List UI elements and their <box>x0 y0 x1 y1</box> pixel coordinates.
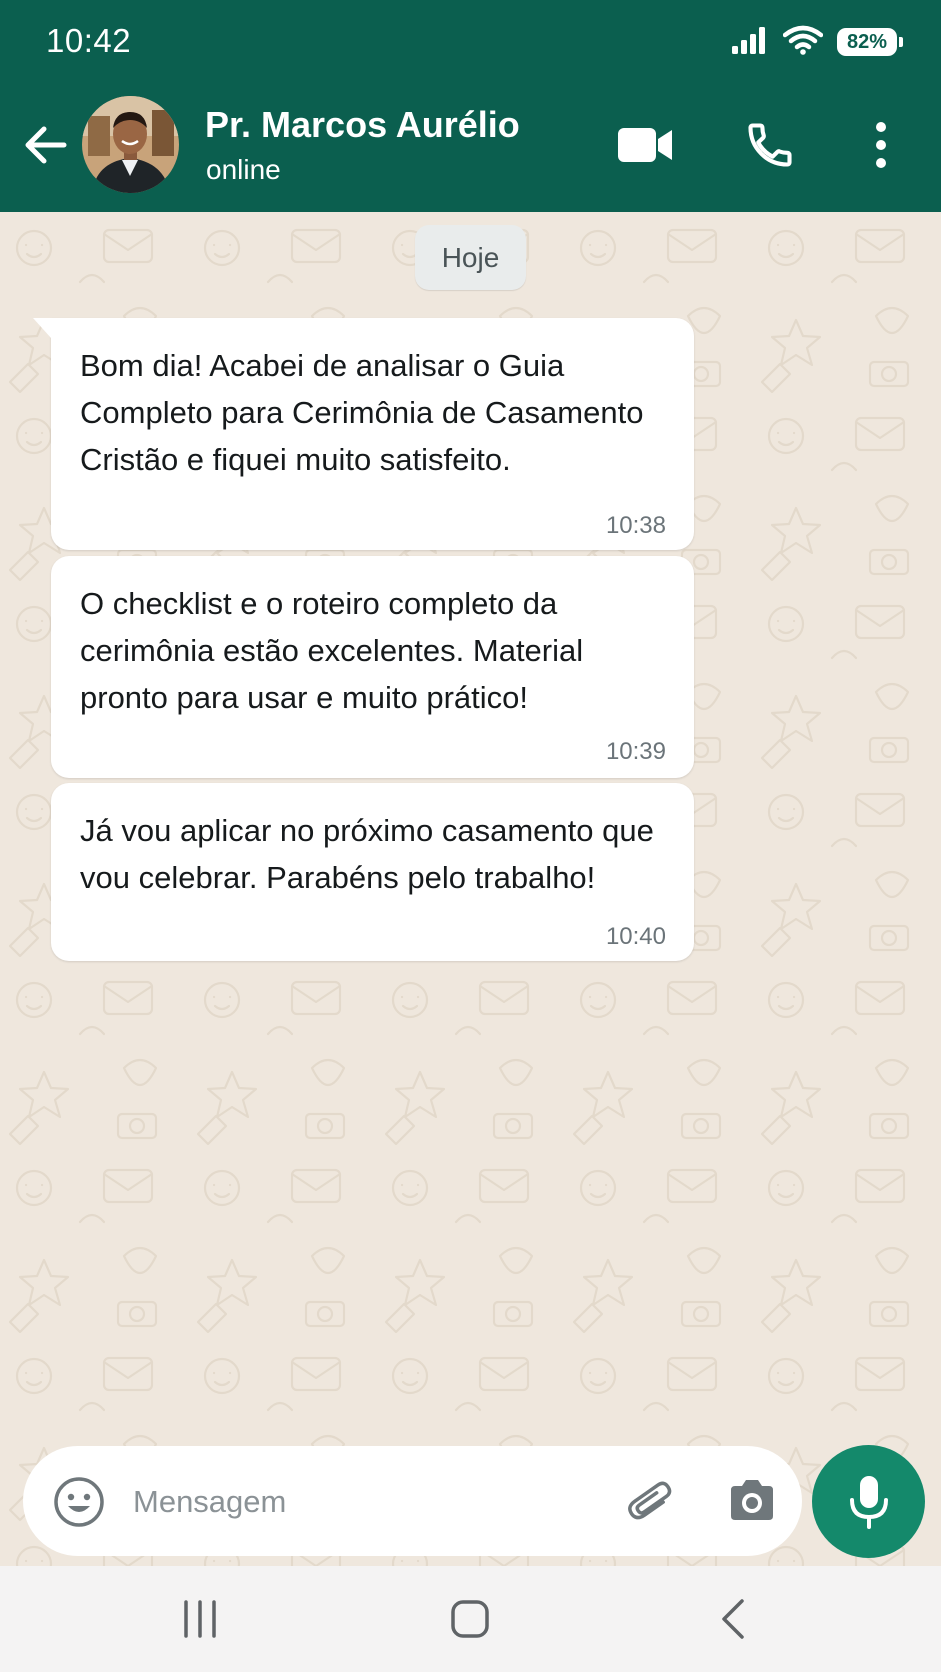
battery-icon: 82% <box>837 28 903 56</box>
back-button[interactable] <box>20 120 70 170</box>
contact-avatar[interactable] <box>82 96 179 193</box>
home-button[interactable] <box>449 1598 491 1640</box>
battery-level: 82% <box>846 30 888 53</box>
message-bubble[interactable]: Bom dia! Acabei de analisar o Guia Compl… <box>33 318 694 550</box>
phone-icon <box>748 123 792 167</box>
back-icon <box>722 1599 744 1639</box>
mic-icon <box>849 1475 888 1529</box>
status-icons: 82% <box>731 24 903 60</box>
back-arrow-icon <box>25 126 67 164</box>
message-text: O checklist e o roteiro completo da ceri… <box>80 586 584 715</box>
wifi-icon <box>782 25 824 60</box>
attach-icon <box>628 1481 672 1520</box>
camera-icon <box>731 1480 773 1520</box>
video-call-button[interactable] <box>616 120 676 170</box>
contact-name[interactable]: Pr. Marcos Aurélio <box>205 104 520 146</box>
emoji-icon <box>54 1477 104 1527</box>
camera-button[interactable] <box>727 1478 777 1524</box>
emoji-button[interactable] <box>53 1476 105 1528</box>
contact-status: online <box>206 154 281 185</box>
message-bubble[interactable]: Já vou aplicar no próximo casamento que … <box>51 783 694 961</box>
message-input[interactable] <box>133 1476 603 1528</box>
message-bubble[interactable]: O checklist e o roteiro completo da ceri… <box>51 556 694 778</box>
recents-icon <box>184 1600 216 1638</box>
chat-area[interactable]: Hoje Bom dia! Acabei de analisar o Guia … <box>0 212 941 1566</box>
message-text: Já vou aplicar no próximo casamento que … <box>80 813 654 895</box>
recents-button[interactable] <box>180 1598 220 1640</box>
voice-call-button[interactable] <box>744 118 796 172</box>
home-icon <box>451 1600 489 1638</box>
message-time: 10:39 <box>605 738 666 765</box>
status-bar: 10:42 82% <box>0 0 941 84</box>
more-options-button[interactable] <box>866 118 896 172</box>
message-time: 10:38 <box>605 512 666 539</box>
message-text: Bom dia! Acabei de analisar o Guia Compl… <box>80 348 644 477</box>
status-time: 10:42 <box>46 22 132 59</box>
video-call-icon <box>618 128 672 162</box>
chat-header: 10:42 82% Pr. Marcos Aurélio online <box>0 0 941 212</box>
date-separator: Hoje <box>415 225 526 290</box>
nav-back-button[interactable] <box>718 1597 748 1641</box>
voice-message-button[interactable] <box>812 1445 925 1558</box>
signal-icon <box>731 25 769 60</box>
system-navigation-bar <box>0 1566 941 1672</box>
more-vert-icon <box>876 122 886 168</box>
message-time: 10:40 <box>605 923 666 950</box>
message-composer <box>23 1446 802 1556</box>
attach-button[interactable] <box>625 1476 677 1528</box>
